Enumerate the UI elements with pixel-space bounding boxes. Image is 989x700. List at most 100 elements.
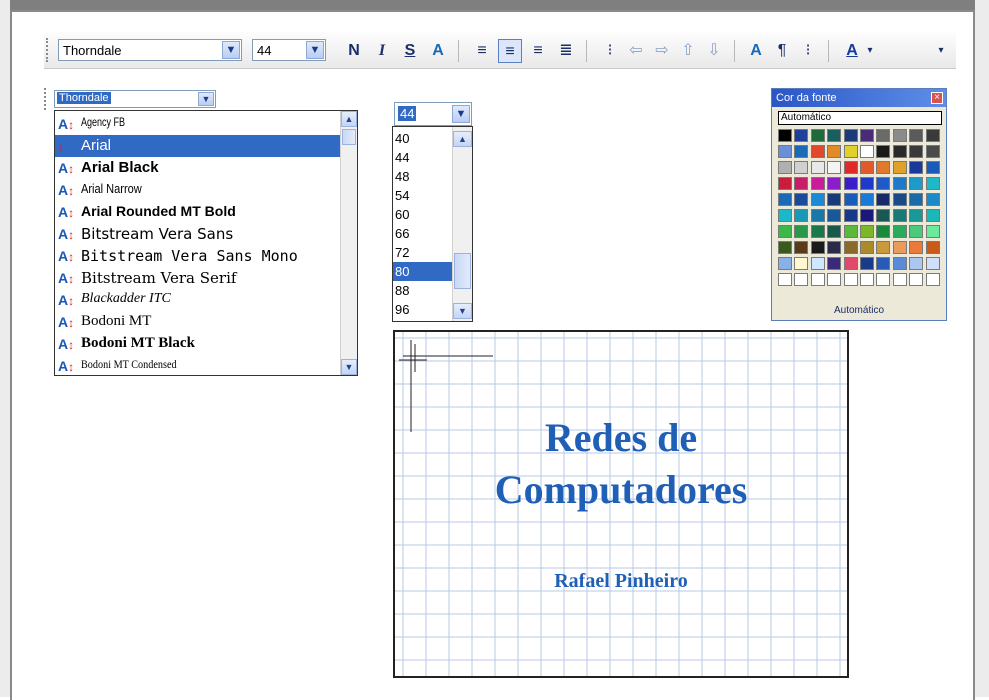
color-swatch[interactable] xyxy=(876,257,891,270)
font-list-item[interactable]: A↕ Bitstream Vera Serif xyxy=(55,267,341,289)
color-swatch[interactable] xyxy=(843,225,858,238)
chevron-down-icon[interactable]: ▼ xyxy=(452,105,470,123)
color-swatch[interactable] xyxy=(860,193,874,206)
font-size-combo[interactable]: 44 ▼ xyxy=(252,39,326,61)
demote-button[interactable]: ⇨ xyxy=(650,39,674,63)
font-list-item[interactable]: A↕ Bodoni MT Black xyxy=(55,333,341,355)
color-swatch[interactable] xyxy=(810,129,825,142)
color-swatch[interactable] xyxy=(827,273,842,286)
color-swatch[interactable] xyxy=(860,225,874,238)
font-list-item[interactable]: A↕ Bitstream Vera Sans xyxy=(55,223,341,245)
automatic-color-field[interactable]: Automático xyxy=(778,111,942,125)
size-list-item[interactable]: 54 xyxy=(393,186,453,205)
color-swatch[interactable] xyxy=(909,161,924,174)
move-up-button[interactable]: ⇧ xyxy=(676,39,700,63)
color-swatch[interactable] xyxy=(925,193,940,206)
color-swatch[interactable] xyxy=(794,257,809,270)
color-swatch[interactable] xyxy=(909,193,924,206)
color-swatch[interactable] xyxy=(843,241,858,254)
color-swatch[interactable] xyxy=(860,209,874,222)
color-swatch[interactable] xyxy=(778,129,792,142)
color-swatch[interactable] xyxy=(794,241,809,254)
size-list-item[interactable]: 40 xyxy=(393,129,453,148)
font-list-item[interactable]: A↕ Arial Narrow xyxy=(55,179,341,201)
font-list-item[interactable]: A↕ Bodoni MT xyxy=(55,311,341,333)
scroll-down-icon[interactable]: ▼ xyxy=(341,359,357,375)
color-swatch[interactable] xyxy=(778,193,792,206)
chevron-down-icon[interactable]: ▼ xyxy=(306,41,324,59)
color-swatch[interactable] xyxy=(909,177,924,190)
scrollbar-thumb[interactable] xyxy=(454,253,471,289)
color-swatch[interactable] xyxy=(925,209,940,222)
color-swatch[interactable] xyxy=(892,241,907,254)
font-list-item[interactable]: A↕ Agency FB xyxy=(55,113,341,135)
color-swatch[interactable] xyxy=(892,177,907,190)
font-name-combo-open[interactable]: Thorndale ▼ xyxy=(54,90,216,108)
color-swatch[interactable] xyxy=(909,225,924,238)
color-swatch[interactable] xyxy=(925,129,940,142)
color-swatch[interactable] xyxy=(810,273,825,286)
size-list-item[interactable]: 60 xyxy=(393,205,453,224)
color-swatch[interactable] xyxy=(925,145,940,158)
color-swatch[interactable] xyxy=(909,209,924,222)
color-swatch[interactable] xyxy=(778,225,792,238)
color-swatch[interactable] xyxy=(810,145,825,158)
color-swatch[interactable] xyxy=(909,241,924,254)
color-swatch[interactable] xyxy=(892,129,907,142)
color-swatch[interactable] xyxy=(892,161,907,174)
bullets-button[interactable]: ⁝ xyxy=(598,39,622,63)
color-swatch[interactable] xyxy=(909,145,924,158)
color-swatch[interactable] xyxy=(810,193,825,206)
color-swatch[interactable] xyxy=(860,145,874,158)
color-swatch[interactable] xyxy=(778,273,792,286)
scrollbar-thumb[interactable] xyxy=(342,129,356,145)
font-list-item[interactable]: A↕ Arial Rounded MT Bold xyxy=(55,201,341,223)
color-swatch[interactable] xyxy=(876,241,891,254)
color-swatch[interactable] xyxy=(778,145,792,158)
font-name-combo[interactable]: Thorndale ▼ xyxy=(58,39,242,61)
font-list-item[interactable]: A↕ Blackadder ITC xyxy=(55,289,341,311)
color-swatch[interactable] xyxy=(778,177,792,190)
color-swatch[interactable] xyxy=(909,273,924,286)
color-swatch[interactable] xyxy=(876,209,891,222)
italic-button[interactable]: I xyxy=(370,39,394,63)
color-swatch[interactable] xyxy=(860,273,874,286)
color-swatch[interactable] xyxy=(827,145,842,158)
color-swatch[interactable] xyxy=(925,225,940,238)
color-swatch[interactable] xyxy=(827,225,842,238)
color-swatch[interactable] xyxy=(843,273,858,286)
color-swatch[interactable] xyxy=(778,161,792,174)
color-swatch[interactable] xyxy=(810,241,825,254)
color-swatch[interactable] xyxy=(876,145,891,158)
font-list-item[interactable]: A↕ Bitstream Vera Sans Mono xyxy=(55,245,341,267)
slide-title-line2[interactable]: Computadores xyxy=(395,466,847,513)
color-swatch[interactable] xyxy=(860,129,874,142)
font-list-item[interactable]: A↕ Bodoni MT Condensed xyxy=(55,355,341,375)
toolbar-grip[interactable] xyxy=(46,38,52,62)
color-swatch[interactable] xyxy=(794,225,809,238)
shadow-button[interactable]: S xyxy=(398,39,422,63)
font-list-item[interactable]: A↕ Arial Black xyxy=(55,157,341,179)
color-swatch[interactable] xyxy=(860,177,874,190)
color-swatch[interactable] xyxy=(794,129,809,142)
slide-author[interactable]: Rafael Pinheiro xyxy=(395,570,847,593)
chevron-down-icon[interactable]: ▼ xyxy=(222,41,240,59)
color-swatch[interactable] xyxy=(827,257,842,270)
align-left-button[interactable]: ≡ xyxy=(470,39,494,63)
color-swatch[interactable] xyxy=(843,129,858,142)
color-swatch[interactable] xyxy=(827,193,842,206)
color-swatch[interactable] xyxy=(909,129,924,142)
color-swatch[interactable] xyxy=(892,273,907,286)
color-swatch[interactable] xyxy=(778,209,792,222)
color-swatch[interactable] xyxy=(810,161,825,174)
color-swatch[interactable] xyxy=(925,161,940,174)
slide-canvas[interactable]: Redes de Computadores Rafael Pinheiro xyxy=(393,330,849,678)
color-swatch[interactable] xyxy=(843,193,858,206)
color-swatch[interactable] xyxy=(794,273,809,286)
paragraph-button[interactable]: ¶ xyxy=(770,39,794,63)
scroll-up-icon[interactable]: ▲ xyxy=(453,131,472,147)
font-list-scrollbar[interactable]: ▲ ▼ xyxy=(340,111,357,375)
color-swatch[interactable] xyxy=(876,129,891,142)
align-center-button[interactable]: ≡ xyxy=(498,39,522,63)
slide-title-line1[interactable]: Redes de xyxy=(395,414,847,461)
